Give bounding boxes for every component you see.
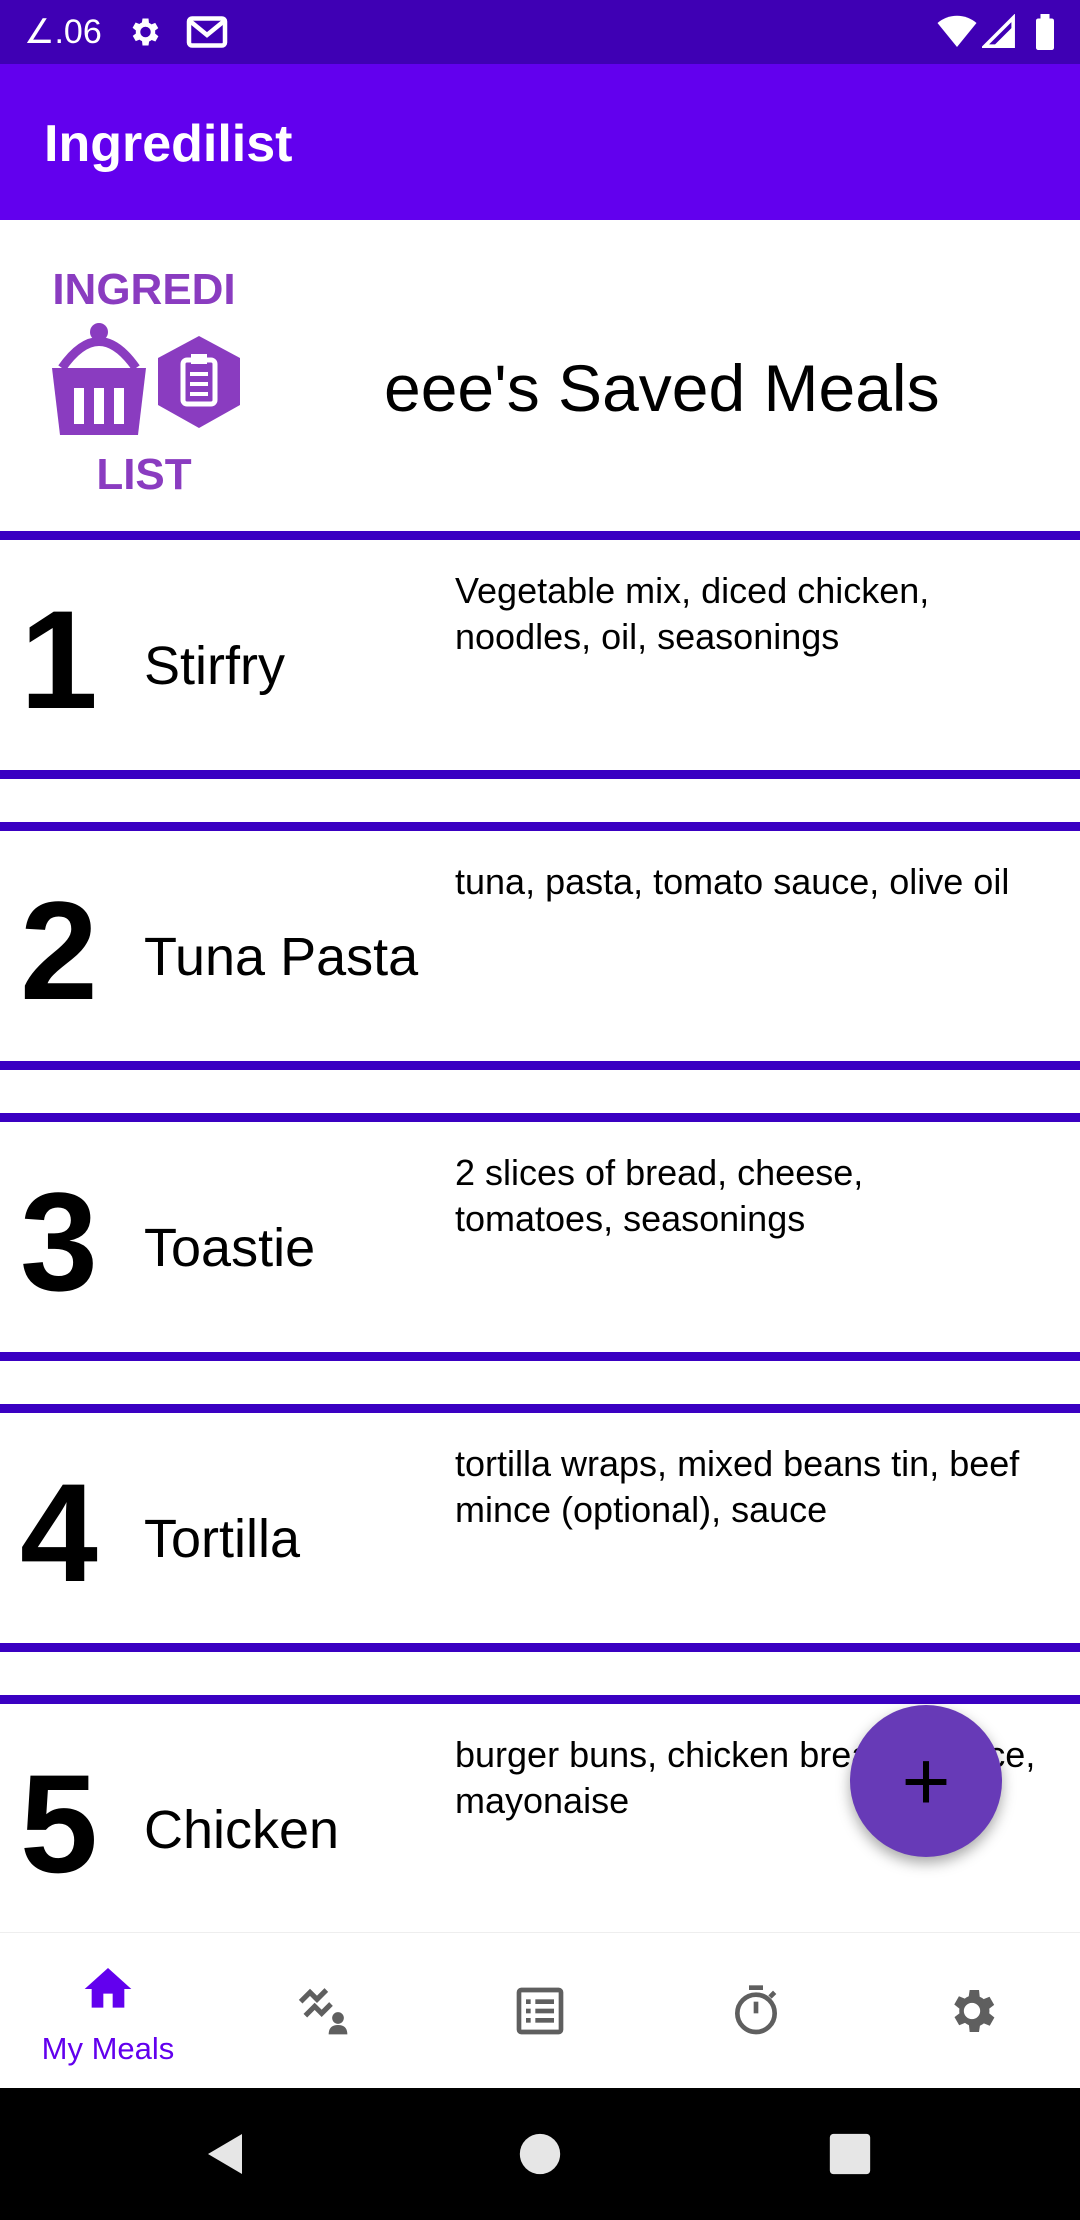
logo-text-bottom: LIST	[96, 450, 192, 499]
plus-icon: +	[901, 1734, 951, 1828]
logo-text-top: INGREDI	[52, 265, 236, 314]
nav-item-activity[interactable]	[216, 1933, 432, 2089]
app-title: Ingredilist	[44, 115, 293, 173]
back-icon[interactable]	[202, 2130, 250, 2178]
meal-item[interactable]: 1 Stirfry Vegetable mix, diced chicken, …	[0, 531, 1080, 779]
meal-ingredients: Vegetable mix, diced chicken, noodles, o…	[455, 570, 930, 657]
meal-number: 5	[20, 1745, 98, 1902]
meal-ingredients: 2 slices of bread, cheese, tomatoes, sea…	[455, 1152, 864, 1239]
nav-item-list[interactable]	[432, 1933, 648, 2089]
system-navigation-bar	[0, 2088, 1080, 2220]
meal-ingredients: tuna, pasta, tomato sauce, olive oil	[455, 861, 1010, 902]
meal-number: 1	[20, 581, 98, 738]
nav-item-timer[interactable]	[648, 1933, 864, 2089]
add-meal-button[interactable]: +	[850, 1705, 1002, 1857]
meal-number: 3	[20, 1163, 98, 1320]
home-button-icon[interactable]	[518, 2132, 562, 2176]
gear-icon	[126, 14, 162, 55]
ingredilist-logo: INGREDI LIST	[34, 265, 254, 505]
meal-item[interactable]: 2 Tuna Pasta tuna, pasta, tomato sauce, …	[0, 822, 1080, 1070]
basket-clipboard-icon	[52, 323, 240, 435]
meal-item[interactable]: 4 Tortilla tortilla wraps, mixed beans t…	[0, 1404, 1080, 1652]
settings-icon	[954, 1990, 995, 2032]
status-bar: ∠.06	[0, 0, 1080, 64]
gmail-icon	[186, 14, 228, 55]
nav-item-settings[interactable]	[864, 1933, 1080, 2089]
page-title: eee's Saved Meals	[384, 351, 940, 425]
nav-item-my-meals[interactable]: My Meals	[0, 1933, 216, 2089]
header: INGREDI LIST eee's Saved Meals	[0, 220, 1080, 532]
home-icon	[84, 1968, 132, 2008]
recents-icon[interactable]	[828, 2132, 872, 2176]
meal-name: Tortilla	[144, 1509, 301, 1569]
bottom-navigation: My Meals	[0, 1932, 1080, 2088]
signal-icon	[980, 13, 1016, 55]
list-icon	[516, 1987, 564, 2035]
meal-name: Tuna Pasta	[144, 927, 419, 987]
nav-label: My Meals	[41, 2031, 175, 2066]
meal-number: 2	[20, 872, 98, 1029]
timer-icon	[735, 1985, 777, 2035]
battery-icon	[1034, 14, 1056, 55]
activity-icon	[298, 1988, 348, 2035]
meal-ingredients: tortilla wraps, mixed beans tin, beef mi…	[455, 1443, 1020, 1530]
meal-name: Stirfry	[144, 636, 285, 696]
meal-item[interactable]: 3 Toastie 2 slices of bread, cheese, tom…	[0, 1113, 1080, 1361]
meal-name: Chicken	[144, 1800, 340, 1860]
status-time: ∠.06	[24, 13, 102, 51]
app-bar: Ingredilist	[0, 64, 1080, 220]
wifi-icon	[936, 14, 978, 55]
meal-name: Toastie	[144, 1218, 316, 1278]
meal-number: 4	[20, 1454, 98, 1611]
